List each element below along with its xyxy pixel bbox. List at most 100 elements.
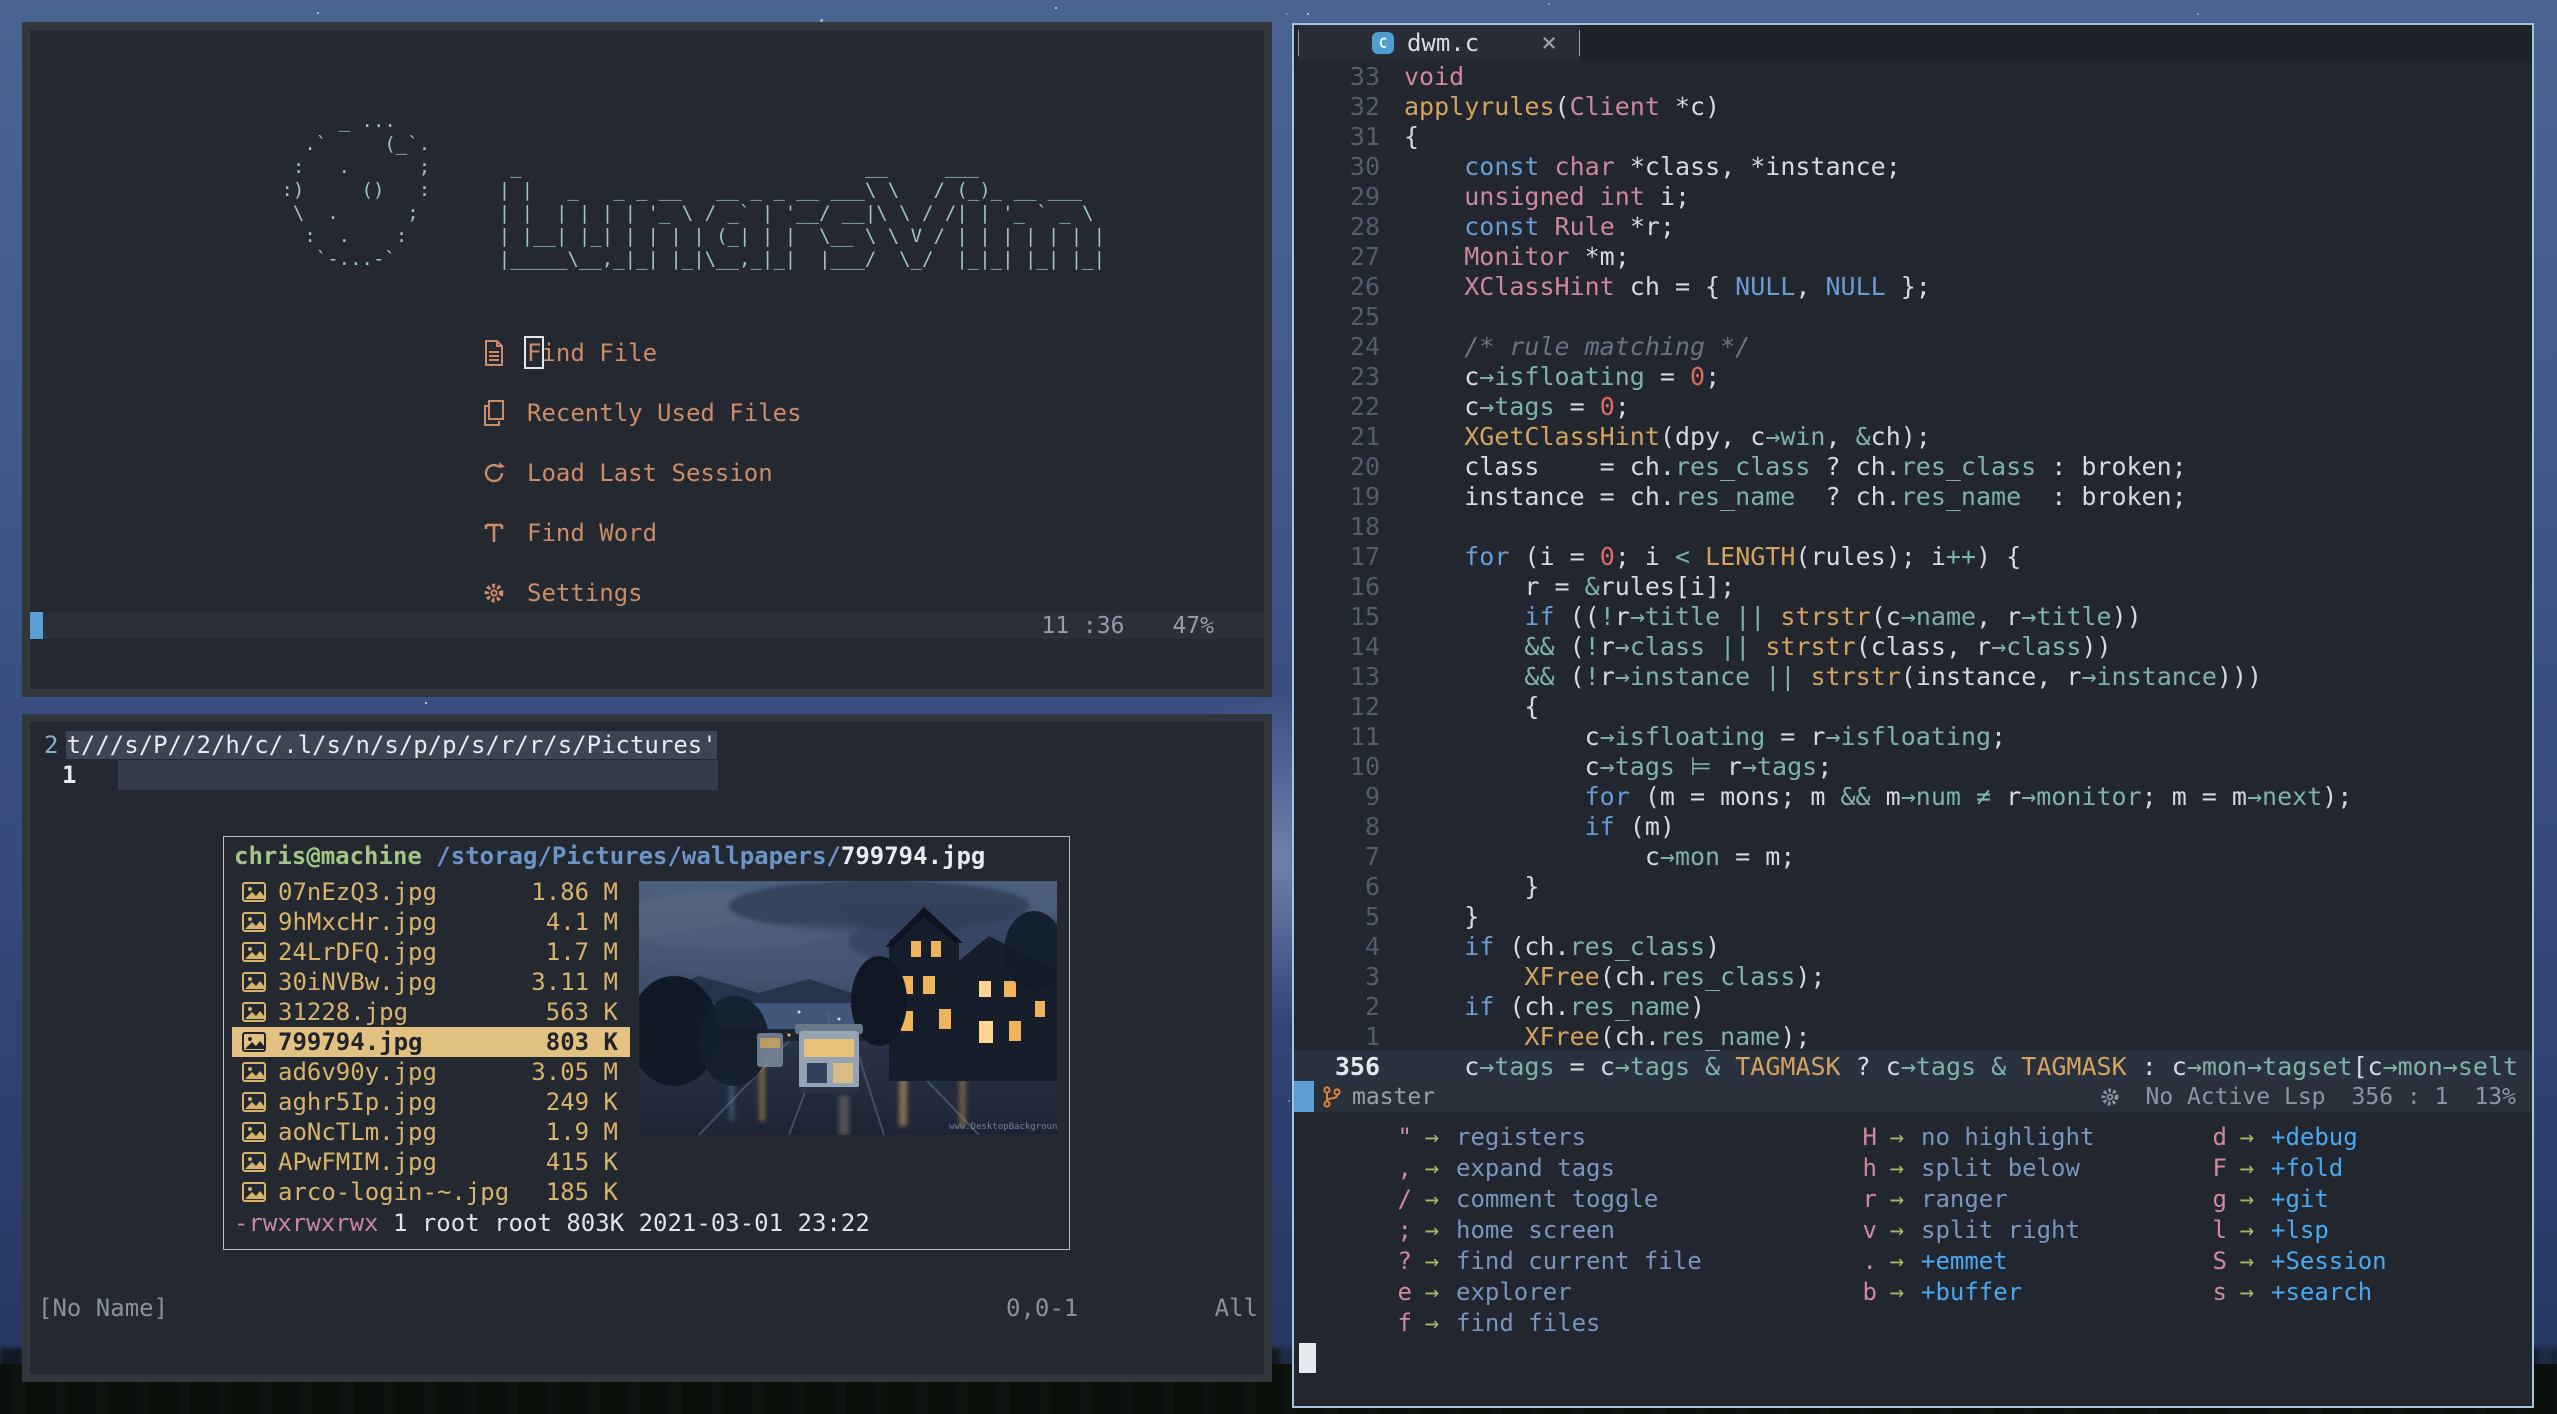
lsp-status: No Active Lsp [2145, 1083, 2326, 1110]
image-icon [242, 1122, 278, 1142]
star [1286, 13, 1288, 15]
binding-key: r [1862, 1184, 1877, 1213]
which-key-binding-v[interactable]: v → split right [1819, 1214, 2094, 1245]
file-row[interactable]: ad6v90y.jpg 3.05 M [232, 1057, 630, 1087]
lunarvim-logo: _ ... .` (_`. : . ; _ __ ___ :) () : | |… [281, 110, 1106, 270]
tab-dwm-c[interactable]: C dwm.c × [1298, 25, 1580, 61]
file-row[interactable]: 31228.jpg 563 K [232, 997, 630, 1027]
binding-key: F [2212, 1153, 2227, 1182]
line-number: 14 [1349, 631, 1380, 661]
which-key-binding-;[interactable]: ; → home screen [1354, 1214, 1702, 1245]
file-row[interactable]: 24LrDFQ.jpg 1.7 M [232, 937, 630, 967]
which-key-binding-r[interactable]: r → ranger [1819, 1183, 2094, 1214]
code-line: 29 unsigned int i; [1294, 181, 2532, 211]
binding-key: S [2212, 1246, 2227, 1275]
which-key-binding-h[interactable]: h → split below [1819, 1152, 2094, 1183]
owner-size-date: 1 root root 803K 2021-03-01 23:22 [378, 1209, 870, 1237]
which-key-binding-b[interactable]: b → +buffer [1819, 1276, 2094, 1307]
dashboard-menu-find-file[interactable]: Find File [477, 336, 657, 369]
dashboard-menu-recently-used-files[interactable]: Recently Used Files [477, 398, 802, 428]
which-key-binding-H[interactable]: H → no highlight [1819, 1121, 2095, 1152]
which-key-binding-S[interactable]: S → +Session [2169, 1245, 2387, 1276]
code-line: 1 XFree(ch.res_name); [1294, 1021, 2532, 1051]
binding-key: s [2212, 1277, 2227, 1306]
which-key-binding-d[interactable]: d → +debug [2169, 1121, 2387, 1152]
arrow-right-icon: → [1889, 1215, 1905, 1244]
code-line: 17 for (i = 0; i < LENGTH(rules); i++) { [1294, 541, 2532, 571]
file-row[interactable]: 9hMxcHr.jpg 4.1 M [232, 907, 630, 937]
tram [795, 1013, 863, 1093]
code-area[interactable]: 33 void 32 applyrules(Client *c) 31{30 const… [1294, 61, 2532, 1081]
file-size: 1.7 M [545, 938, 618, 966]
image-icon [242, 1182, 278, 1202]
code-line: 33 void [1294, 61, 2532, 91]
code-text: } [1404, 871, 1540, 901]
terminal-window: 2 t///s/P//2/h/c/.l/s/n/s/p/p/s/r/r/s/Pi… [22, 714, 1272, 1382]
code-text: c→tags = c→tags & TAGMASK ? c→tags & TAG… [1404, 1051, 2519, 1081]
which-key-binding-l[interactable]: l → +lsp [2169, 1214, 2387, 1245]
scroll-percent: 13% [2474, 1083, 2516, 1110]
git-branch[interactable]: master [1322, 1084, 1435, 1110]
dashboard-menu-settings[interactable]: Settings [477, 578, 643, 608]
star [1055, 7, 1057, 9]
code-line: 26 XClassHint ch = { NULL, NULL }; [1294, 271, 2532, 301]
code-text: if (m) [1584, 811, 1675, 841]
code-text: const char *class, *instance; [1464, 151, 1901, 181]
session-icon [477, 460, 511, 486]
binding-description: split right [1921, 1215, 2080, 1244]
file-list: 07nEzQ3.jpg 1.86 M 9hMxcHr.jpg 4.1 M 24LrDFQ… [232, 877, 630, 1207]
image-icon [242, 882, 278, 902]
file-name: 30iNVBw.jpg [278, 968, 437, 996]
image-icon [242, 942, 278, 962]
file-row[interactable]: aoNcTLm.jpg 1.9 M [232, 1117, 630, 1147]
line-number: 2 [1364, 991, 1380, 1021]
file-row-selected[interactable]: 799794.jpg 803 K [232, 1027, 630, 1057]
file-row[interactable]: APwFMIM.jpg 415 K [232, 1147, 630, 1177]
which-key-binding-s[interactable]: s → +search [2169, 1276, 2387, 1307]
file-row[interactable]: arco-login-~.jpg 185 K [232, 1177, 630, 1207]
code-text: for (i = 0; i < LENGTH(rules); i++) { [1464, 541, 2022, 571]
line-number: 19 [1349, 481, 1380, 511]
git-branch-icon [1322, 1085, 1342, 1109]
binding-description: home screen [1456, 1215, 1615, 1244]
code-text: if (ch.res_name) [1464, 991, 1706, 1021]
binding-key: . [1862, 1246, 1877, 1275]
which-key-binding-.[interactable]: . → +emmet [1819, 1245, 2094, 1276]
which-key-binding-f[interactable]: f → find files [1354, 1307, 1702, 1338]
star [2197, 13, 2199, 15]
which-key-binding-e[interactable]: e → explorer [1354, 1276, 1702, 1307]
binding-description: no highlight [1921, 1122, 2095, 1151]
file-size: 4.1 M [545, 908, 618, 936]
file-row[interactable]: 30iNVBw.jpg 3.11 M [232, 967, 630, 997]
watermark-text: www.DesktopBackground.org [949, 1122, 1057, 1132]
code-line: 31 { [1294, 121, 2532, 151]
arrow-right-icon: → [1424, 1215, 1440, 1244]
code-text: c→tags ⊨ r→tags; [1404, 751, 1833, 781]
file-row[interactable]: aghr5Ip.jpg 249 K [232, 1087, 630, 1117]
dashboard-menu-load-last-session[interactable]: Load Last Session [477, 458, 773, 488]
star [1288, 1100, 1290, 1102]
terminal-statusline: [No Name] 0,0-1 All [38, 1294, 1258, 1324]
close-icon[interactable]: × [1541, 28, 1557, 58]
line-number: 9 [1364, 781, 1380, 811]
code-line: 13 && (!r→instance || strstr(instance, r… [1294, 661, 2532, 691]
which-key-binding-?[interactable]: ? → find current file [1354, 1245, 1702, 1276]
arrow-right-icon: → [1889, 1246, 1905, 1275]
line-number: 8 [1364, 811, 1380, 841]
line-number: 2 [44, 731, 59, 759]
dashboard-menu-find-word[interactable]: Find Word [477, 518, 657, 548]
which-key-binding-"[interactable]: " → registers [1354, 1121, 1702, 1152]
arrow-right-icon: → [2239, 1122, 2255, 1151]
code-text: instance = ch.res_name ? ch.res_name : b… [1404, 481, 2187, 511]
line-number: 13 [1349, 661, 1380, 691]
file-size: 185 K [545, 1178, 618, 1206]
which-key-binding-F[interactable]: F → +fold [2169, 1152, 2387, 1183]
code-text: if (ch.res_class) [1464, 931, 1721, 961]
file-row[interactable]: 07nEzQ3.jpg 1.86 M [232, 877, 630, 907]
binding-key: e [1397, 1277, 1412, 1306]
file-icon [477, 340, 511, 366]
file-name: 24LrDFQ.jpg [278, 938, 437, 966]
which-key-binding-g[interactable]: g → +git [2169, 1183, 2387, 1214]
which-key-binding-,[interactable]: , → expand tags [1354, 1152, 1702, 1183]
which-key-binding-/[interactable]: / → comment toggle [1354, 1183, 1702, 1214]
